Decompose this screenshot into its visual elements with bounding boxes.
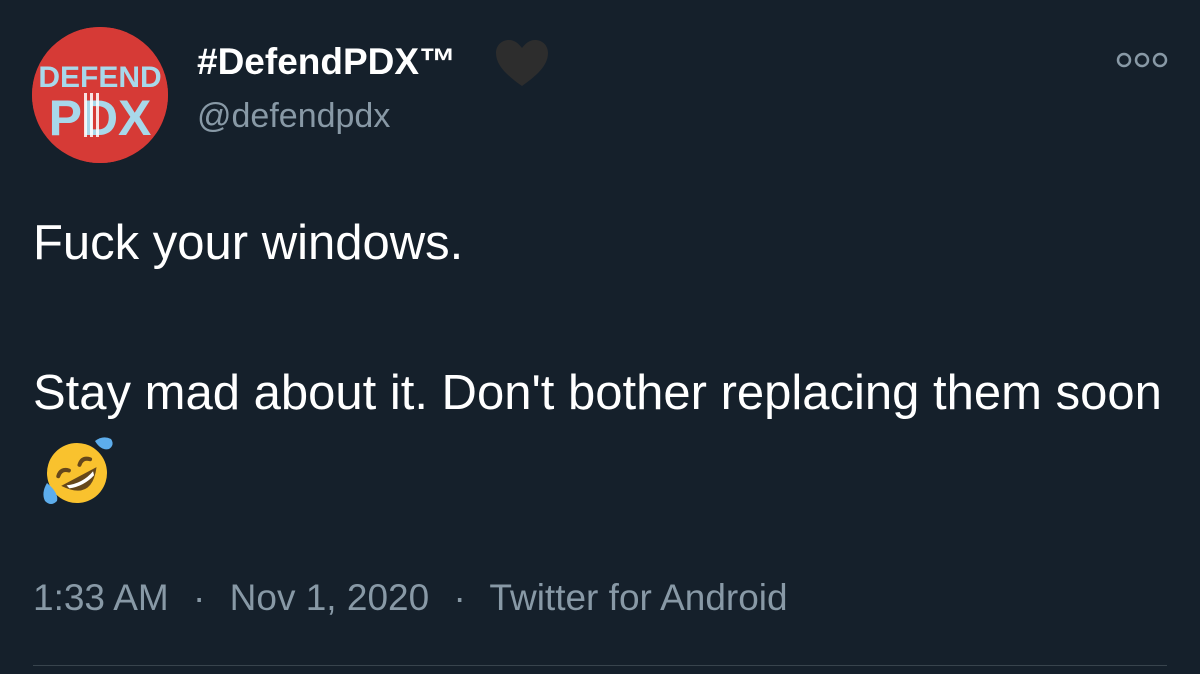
rolling-on-floor-laughing-emoji <box>37 431 117 511</box>
more-options-icon[interactable] <box>1114 46 1170 74</box>
meta-separator: · <box>453 577 466 618</box>
tweet-text: Fuck your windows. Stay mad about it. Do… <box>33 206 1173 511</box>
avatar-logo: DEFEND PDX <box>32 27 168 163</box>
tweet-time[interactable]: 1:33 AM <box>33 577 169 618</box>
tweet-date[interactable]: Nov 1, 2020 <box>230 577 430 618</box>
tweet-source[interactable]: Twitter for Android <box>489 577 787 618</box>
tweet-text-line-1: Fuck your windows. <box>33 216 464 270</box>
tweet-meta: 1:33 AM · Nov 1, 2020 · Twitter for Andr… <box>33 571 788 625</box>
tweet-card: DEFEND PDX #DefendPDX™ @defendpdx Fuck y… <box>0 0 1200 674</box>
tweet-text-line-2: Stay mad about it. Don't bother replacin… <box>33 356 1173 511</box>
black-heart-icon <box>496 40 548 86</box>
avatar[interactable]: DEFEND PDX <box>32 27 168 163</box>
avatar-text-bottom: PDX <box>49 90 152 146</box>
meta-separator: · <box>193 577 206 618</box>
author-handle[interactable]: @defendpdx <box>197 94 390 138</box>
tweet-text-line-2-content: Stay mad about it. Don't bother replacin… <box>33 366 1162 420</box>
author-display-name[interactable]: #DefendPDX™ <box>197 38 456 86</box>
divider <box>33 665 1167 666</box>
